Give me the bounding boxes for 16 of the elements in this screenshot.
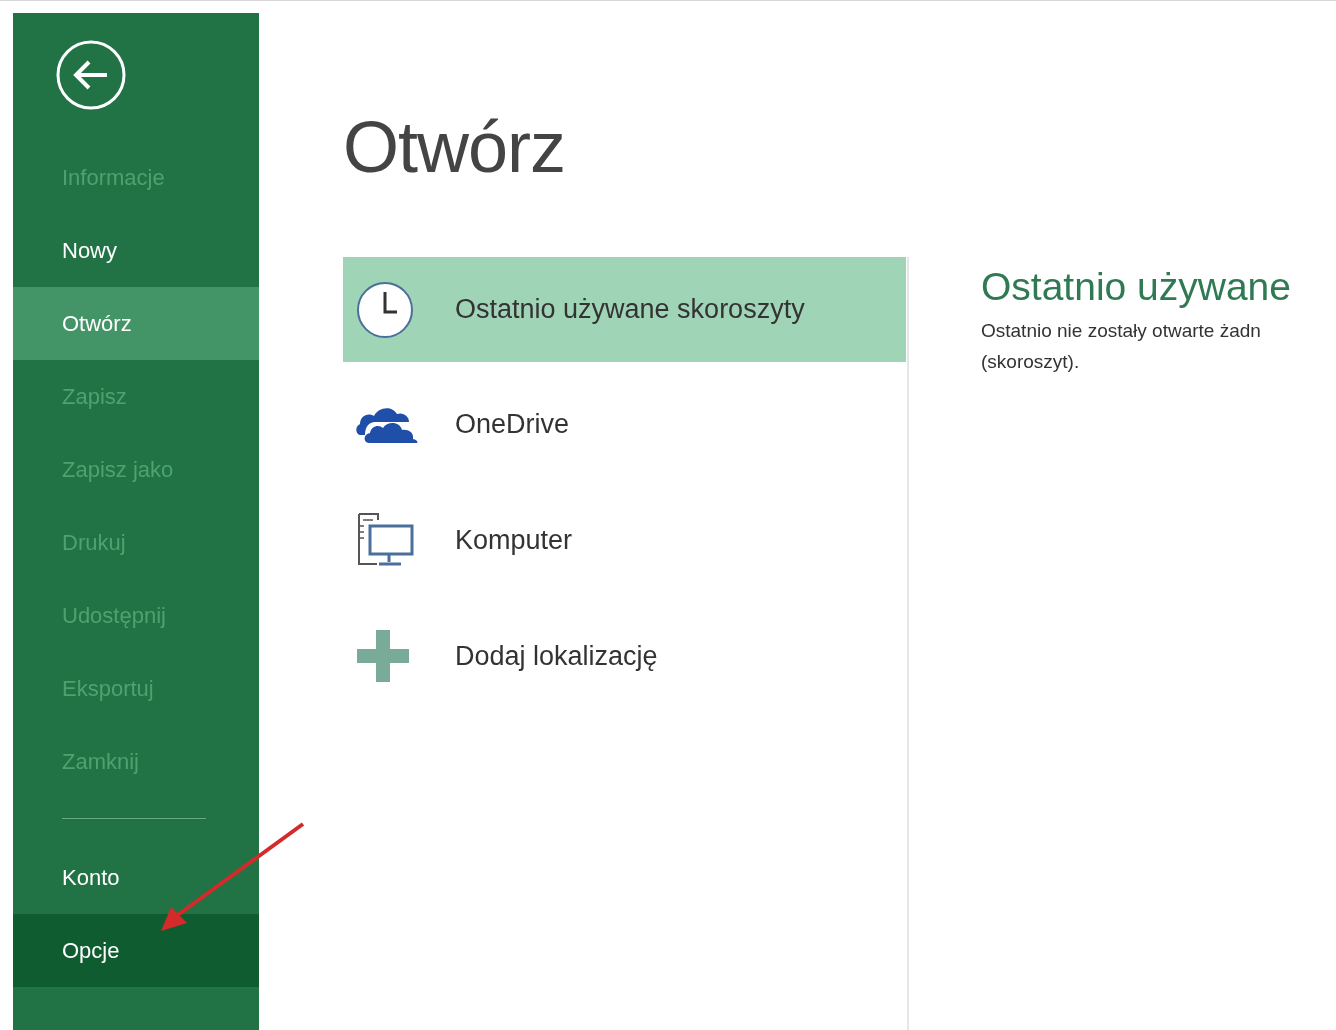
- place-item[interactable]: Komputer: [343, 482, 906, 598]
- sidebar-item[interactable]: Konto: [13, 841, 259, 914]
- message-text: (skoroszyt).: [981, 350, 1081, 374]
- plus-icon: [355, 630, 411, 682]
- place-item[interactable]: Ostatnio używane skoroszyty: [343, 257, 906, 362]
- computer-icon: [355, 512, 415, 568]
- page-title: Otwórz: [343, 106, 567, 189]
- clock-icon: [355, 279, 415, 340]
- sidebar-item[interactable]: Nowy: [13, 214, 259, 287]
- sidebar-item[interactable]: Opcje: [13, 914, 259, 987]
- place-item[interactable]: Dodaj lokalizację: [343, 598, 906, 714]
- sidebar-item[interactable]: Otwórz: [13, 287, 259, 360]
- message-text: Ostatnio nie zostały otwarte żadn: [981, 319, 1262, 343]
- back-button[interactable]: [55, 39, 127, 111]
- section-heading: Ostatnio używane: [981, 265, 1291, 309]
- place-item[interactable]: OneDrive: [343, 366, 906, 482]
